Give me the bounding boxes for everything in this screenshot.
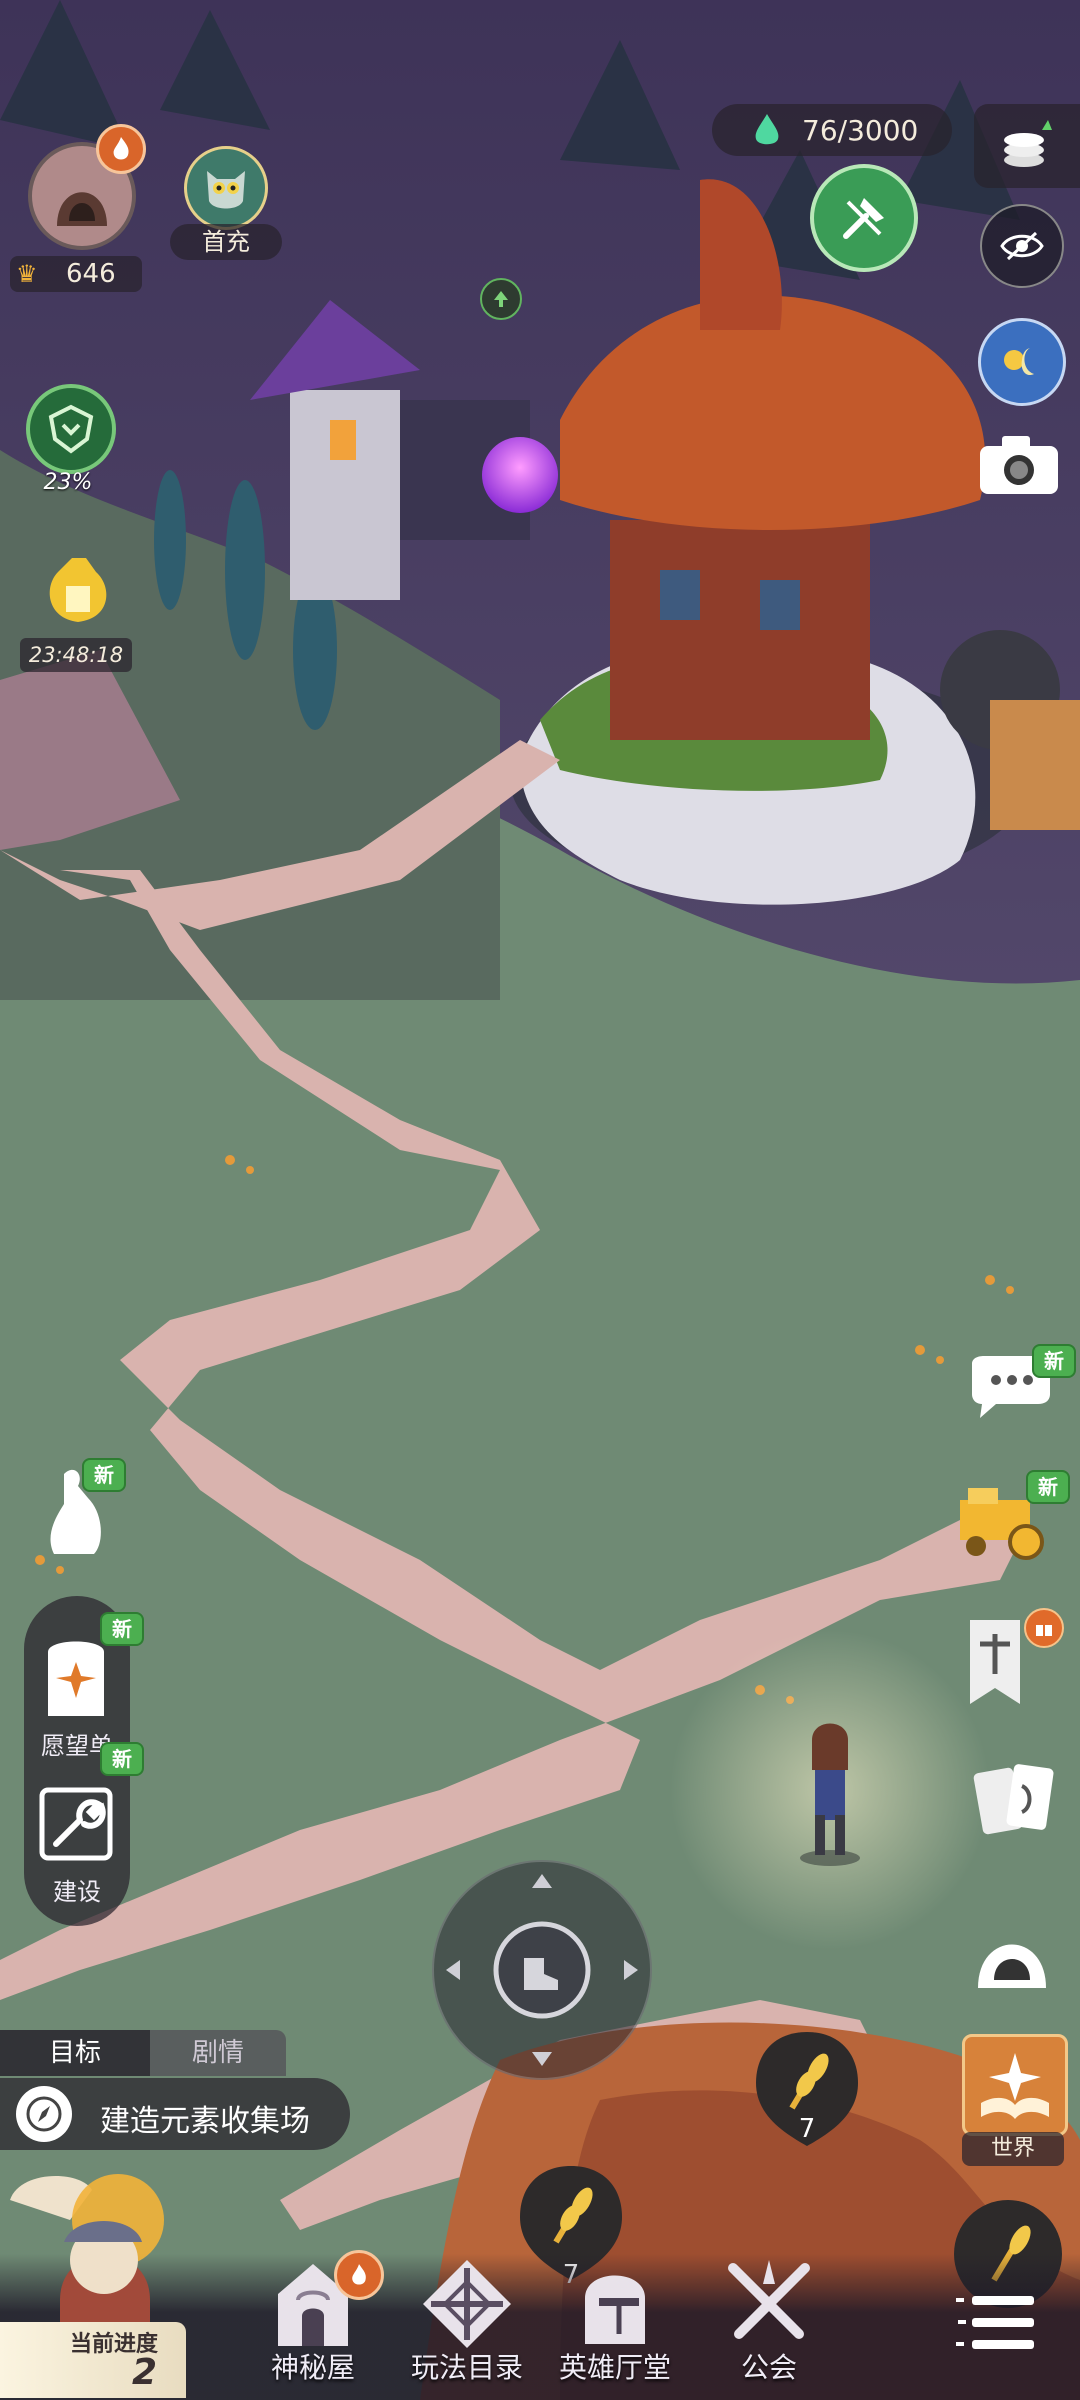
compass-icon bbox=[16, 2086, 72, 2142]
npc-statue-button[interactable]: 新 bbox=[20, 1454, 130, 1564]
new-badge: 新 bbox=[1032, 1344, 1076, 1378]
quest-task-text: 建造元素收集场 bbox=[100, 2104, 310, 2139]
build-button[interactable]: 新 建设 bbox=[24, 1742, 144, 1916]
wrench-icon bbox=[39, 1787, 113, 1861]
coins-icon bbox=[1004, 120, 1052, 167]
energy-bar[interactable]: 76/3000 bbox=[712, 104, 952, 156]
current-progress-button[interactable]: 当前进度 2 bbox=[0, 2150, 190, 2400]
shovel-icon[interactable] bbox=[810, 164, 918, 272]
progress-value: 2 bbox=[132, 2352, 158, 2393]
crown-power-icon: ♛ bbox=[16, 260, 38, 288]
new-badge: 新 bbox=[100, 1742, 144, 1776]
new-badge: 新 bbox=[100, 1612, 144, 1646]
cards-icon[interactable] bbox=[970, 1756, 1060, 1846]
tab-goal[interactable]: 目标 bbox=[0, 2030, 150, 2076]
diamond-grid-icon bbox=[423, 2260, 511, 2348]
arrow-up-icon[interactable] bbox=[480, 278, 522, 320]
nav-label: 公会 bbox=[740, 2351, 797, 2384]
quest-tabs: 目标 剧情 bbox=[0, 2030, 290, 2076]
nav-label: 玩法目录 bbox=[410, 2351, 523, 2384]
day-night-icon[interactable] bbox=[978, 318, 1066, 406]
nav-gameplay-catalog[interactable]: 玩法目录 bbox=[392, 2250, 542, 2400]
player-power-value: 646 bbox=[66, 259, 116, 289]
hood-icon[interactable] bbox=[964, 1900, 1060, 1996]
quest-task[interactable]: 建造元素收集场 bbox=[0, 2078, 350, 2150]
flame-icon bbox=[96, 124, 146, 174]
menu-icon[interactable] bbox=[948, 2280, 1048, 2370]
nav-mystery-house[interactable]: 神秘屋 bbox=[238, 2250, 388, 2400]
nav-label: 英雄厅堂 bbox=[558, 2351, 671, 2384]
knight-helmet-icon bbox=[585, 2275, 645, 2344]
player-power-bar: ♛ 646 bbox=[10, 256, 142, 292]
left-tool-panel: 新 愿望单 新 建设 bbox=[24, 1596, 144, 1926]
gift-banner-button[interactable] bbox=[960, 1608, 1064, 1714]
coins-button[interactable] bbox=[974, 104, 1080, 188]
world-label: 世界 bbox=[990, 2136, 1035, 2161]
progress-label-box: 当前进度 2 bbox=[0, 2322, 186, 2398]
book-icon bbox=[962, 2034, 1068, 2136]
resource-node-wheat[interactable]: 7 bbox=[752, 2028, 862, 2158]
owl-icon bbox=[184, 146, 268, 230]
new-badge: 新 bbox=[1026, 1470, 1070, 1504]
nav-hero-hall[interactable]: 英雄厅堂 bbox=[540, 2250, 690, 2400]
eye-hide-icon[interactable] bbox=[980, 204, 1064, 288]
camera-icon[interactable] bbox=[976, 432, 1062, 498]
nav-label: 神秘屋 bbox=[270, 2351, 355, 2384]
nav-guild[interactable]: 公会 bbox=[694, 2250, 844, 2400]
flame-icon bbox=[334, 2250, 384, 2300]
energy-drop-icon bbox=[752, 112, 782, 148]
gift-icon bbox=[1024, 1608, 1064, 1648]
crossed-swords-icon bbox=[728, 2260, 810, 2339]
first-recharge-label: 首充 bbox=[202, 228, 250, 256]
new-badge: 新 bbox=[82, 1458, 126, 1492]
virtual-joystick[interactable] bbox=[432, 1860, 652, 2080]
delivery-cart-button[interactable]: 新 bbox=[950, 1470, 1070, 1564]
reward-timer: 23:48:18 bbox=[28, 643, 124, 667]
progress-emblem-button[interactable]: 23% bbox=[20, 384, 116, 514]
progress-percent: 23% bbox=[43, 470, 93, 495]
build-label: 建设 bbox=[53, 1878, 101, 1906]
gold-reward-button[interactable]: 23:48:18 bbox=[20, 552, 132, 678]
chat-button[interactable]: 新 bbox=[966, 1344, 1076, 1424]
energy-value: 76/3000 bbox=[802, 114, 919, 147]
world-button[interactable]: 世界 bbox=[958, 2034, 1068, 2168]
first-recharge-button[interactable]: 首充 bbox=[170, 146, 282, 262]
dpad-icon bbox=[446, 1874, 638, 2066]
tab-story[interactable]: 剧情 bbox=[150, 2030, 286, 2076]
resource-node-count: 7 bbox=[798, 2114, 816, 2144]
avatar-hood-icon bbox=[57, 192, 107, 226]
shield-emblem-icon bbox=[26, 384, 116, 474]
gold-bag-icon bbox=[38, 552, 118, 628]
